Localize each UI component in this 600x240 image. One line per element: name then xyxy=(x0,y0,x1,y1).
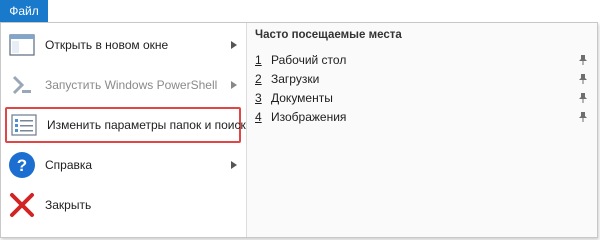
close-icon xyxy=(7,190,37,220)
pin-icon[interactable] xyxy=(577,54,589,66)
frequent-places-panel: Часто посещаемые места 1 Рабочий стол 2 … xyxy=(247,23,597,237)
place-number: 1 xyxy=(255,53,262,67)
folder-options-icon xyxy=(9,110,39,140)
pin-icon[interactable] xyxy=(577,73,589,85)
place-number: 4 xyxy=(255,110,262,124)
frequent-place-item[interactable]: 4 Изображения xyxy=(255,108,589,126)
file-menu-commands: Открыть в новом окне Запустить Windows P… xyxy=(1,23,253,237)
close-item[interactable]: Закрыть xyxy=(5,187,241,223)
svg-text:?: ? xyxy=(17,156,27,175)
help-label: Справка xyxy=(45,158,93,172)
place-number: 2 xyxy=(255,72,262,86)
close-label: Закрыть xyxy=(45,198,92,212)
ribbon-bar: Файл xyxy=(0,0,600,22)
help-icon: ? xyxy=(7,150,37,180)
submenu-arrow-icon xyxy=(229,160,239,170)
frequent-place-item[interactable]: 3 Документы xyxy=(255,89,589,107)
file-menu-panel: Открыть в новом окне Запустить Windows P… xyxy=(0,22,598,238)
pin-icon[interactable] xyxy=(577,92,589,104)
launch-powershell-item[interactable]: Запустить Windows PowerShell xyxy=(5,67,241,103)
place-number: 3 xyxy=(255,91,262,105)
frequent-place-item[interactable]: 2 Загрузки xyxy=(255,70,589,88)
folder-search-options-label: Изменить параметры папок и поиска xyxy=(47,118,253,132)
launch-powershell-label: Запустить Windows PowerShell xyxy=(45,78,218,92)
submenu-arrow-icon xyxy=(229,80,239,90)
file-tab[interactable]: Файл xyxy=(0,0,48,22)
pin-icon[interactable] xyxy=(577,111,589,123)
open-new-window-item[interactable]: Открыть в новом окне xyxy=(5,27,241,63)
help-item[interactable]: ? Справка xyxy=(5,147,241,183)
place-name: Изображения xyxy=(271,110,347,124)
place-name: Рабочий стол xyxy=(271,53,347,67)
folder-search-options-item[interactable]: Изменить параметры папок и поиска xyxy=(5,107,253,143)
open-new-window-label: Открыть в новом окне xyxy=(45,38,169,52)
frequent-place-item[interactable]: 1 Рабочий стол xyxy=(255,51,589,69)
place-name: Загрузки xyxy=(271,72,320,86)
window-icon xyxy=(7,30,37,60)
frequent-places-title: Часто посещаемые места xyxy=(255,29,402,41)
powershell-icon xyxy=(7,70,37,100)
submenu-arrow-icon xyxy=(229,40,239,50)
place-name: Документы xyxy=(271,91,333,105)
